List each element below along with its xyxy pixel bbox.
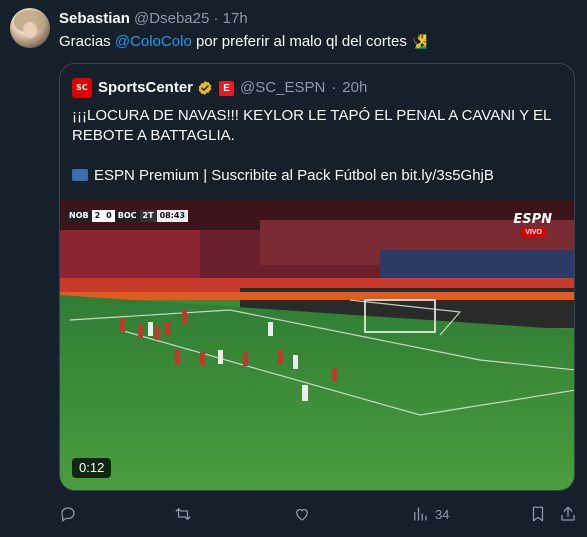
video-frame: [60, 200, 574, 490]
quoted-text-line-2: REBOTE A BATTAGLIA.: [72, 127, 235, 144]
tweet[interactable]: Sebastian @Dseba25 · 17h Gracias @ColoCo…: [0, 0, 587, 537]
tweet-actions: 34: [59, 504, 575, 524]
mention-link[interactable]: @ColoColo: [115, 33, 192, 50]
views-icon: [414, 507, 427, 521]
tweet-text-after: por preferir al malo ql del cortes: [191, 33, 407, 50]
quoted-tweet[interactable]: SC SportsCenter E @SC_ESPN · 20h ¡¡¡LOCU…: [59, 63, 575, 491]
retweet-button[interactable]: [174, 504, 192, 524]
scoreboard-away: BOC: [114, 210, 140, 222]
espn-watermark: ESPN: [513, 212, 552, 227]
promo-line: ESPN Premium | Suscribite al Pack Fútbol…: [72, 166, 567, 186]
scoreboard-clock: 08:43: [156, 210, 189, 222]
tv-icon: [72, 169, 88, 182]
author-name[interactable]: Sebastian: [59, 10, 130, 27]
quoted-text-line-1: ¡¡¡LOCURA DE NAVAS!!! KEYLOR LE TAPÓ EL …: [72, 107, 552, 124]
tweet-header: Sebastian @Dseba25 · 17h: [59, 10, 248, 28]
like-button[interactable]: [293, 504, 311, 524]
tweet-time[interactable]: 17h: [223, 10, 248, 27]
author-handle[interactable]: @Dseba25: [134, 10, 209, 27]
scoreboard-away-score: 0: [103, 210, 115, 222]
bookmark-icon: [532, 506, 544, 522]
views-button[interactable]: 34: [411, 504, 449, 524]
tweet-text: Gracias @ColoColo por preferir al malo q…: [59, 33, 427, 51]
reply-button[interactable]: [59, 504, 77, 524]
reply-icon: [61, 507, 75, 523]
video-duration: 0:12: [72, 458, 112, 478]
quoted-author-handle[interactable]: @SC_ESPN: [240, 78, 325, 98]
quoted-tweet-text: ¡¡¡LOCURA DE NAVAS!!! KEYLOR LE TAPÓ EL …: [72, 106, 567, 186]
scoreboard-period: 2T: [139, 210, 157, 222]
tweet-text-before: Gracias: [59, 33, 115, 50]
time-separator: ·: [213, 10, 219, 27]
live-badge: VIVO: [521, 228, 546, 237]
quoted-tweet-header: SC SportsCenter E @SC_ESPN · 20h: [72, 78, 367, 98]
quoted-tweet-time[interactable]: 20h: [342, 78, 367, 98]
video-player[interactable]: NOB 2 0 BOC 2T 08:43 ESPN VIVO 0:12: [60, 200, 574, 490]
espn-affiliate-badge: E: [219, 80, 235, 96]
sportscenter-logo: SC: [72, 78, 92, 98]
scoreboard-home: NOB: [66, 210, 92, 222]
scoreboard: NOB 2 0 BOC 2T 08:43: [66, 210, 189, 222]
share-button[interactable]: [559, 504, 577, 524]
quoted-author-name[interactable]: SportsCenter: [98, 78, 193, 98]
avatar[interactable]: [10, 8, 50, 48]
retweet-icon: [175, 508, 191, 520]
like-icon: [296, 508, 308, 521]
quoted-time-separator: ·: [331, 79, 337, 96]
promo-text: ESPN Premium | Suscribite al Pack Fútbol…: [94, 167, 494, 184]
share-icon: [561, 506, 575, 521]
views-count: 34: [435, 506, 450, 522]
deaf-person-emoji: 🧏‍♂️: [411, 34, 428, 49]
verified-badge-icon: [198, 81, 212, 95]
bookmark-button[interactable]: [529, 504, 547, 524]
scoreboard-home-score: 2: [91, 210, 104, 222]
avatar-face: [23, 22, 37, 38]
